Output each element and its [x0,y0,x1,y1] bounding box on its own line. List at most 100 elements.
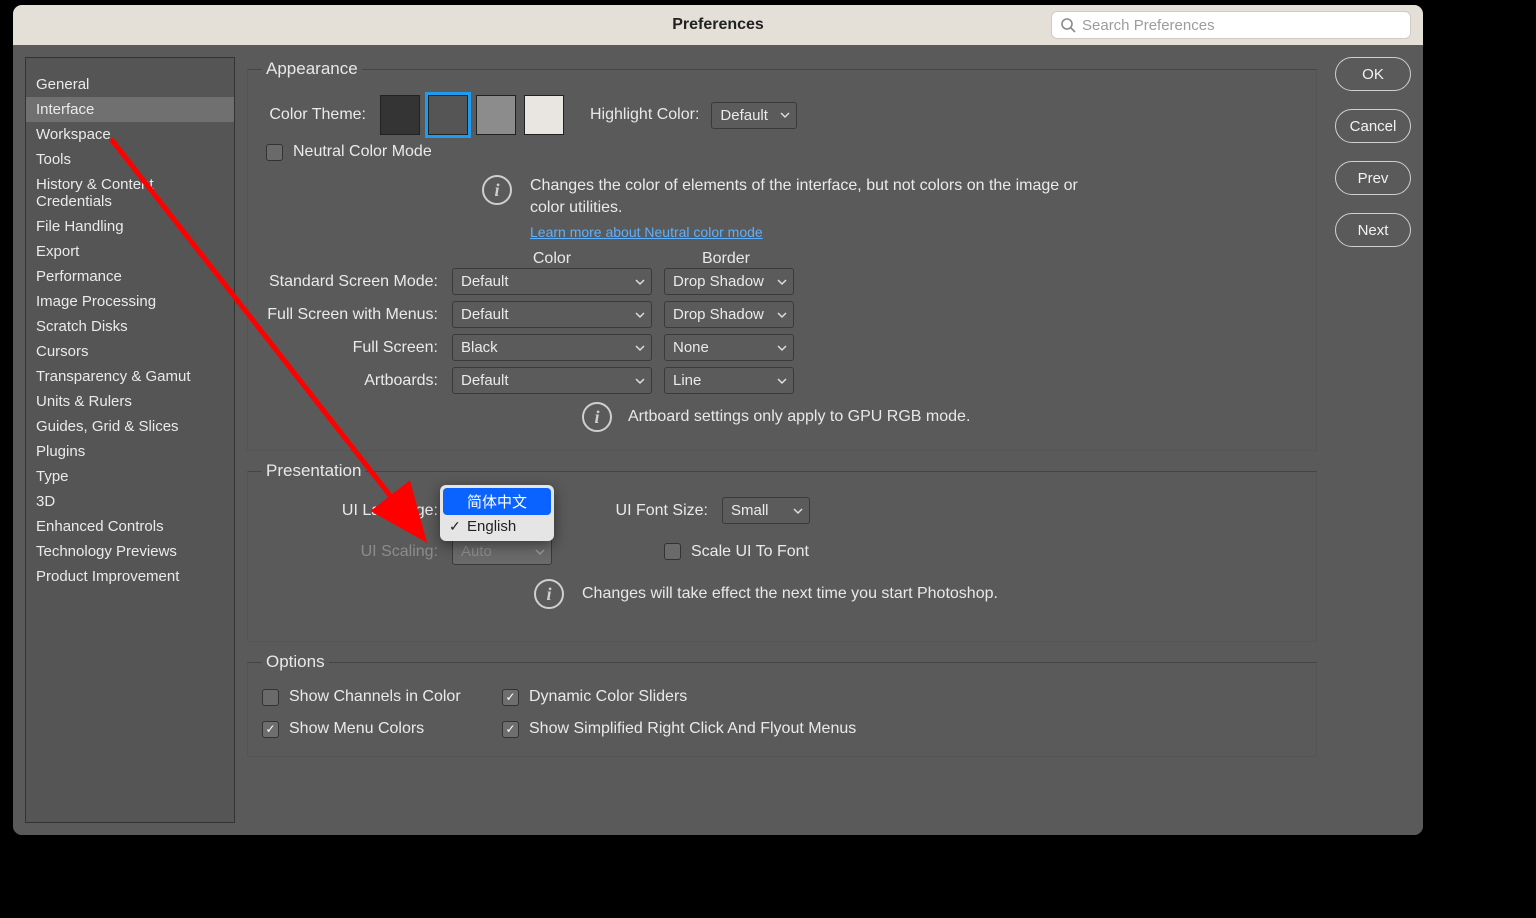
sidebar-item-plugins[interactable]: Plugins [26,439,234,464]
sidebar-item-general[interactable]: General [26,72,234,97]
option-row: ✓Dynamic Color Sliders [502,688,1302,706]
screen-mode-label: Full Screen with Menus: [262,306,452,324]
search-input[interactable] [1082,17,1402,34]
appearance-legend: Appearance [262,59,362,79]
chevron-down-icon [793,506,803,516]
info-icon: i [534,579,564,609]
screen-mode-label: Artboards: [262,372,452,390]
screen-mode-border-value: None [673,339,709,356]
sidebar-item-image-processing[interactable]: Image Processing [26,289,234,314]
sidebar-item-guides-grid-slices[interactable]: Guides, Grid & Slices [26,414,234,439]
sidebar-item-scratch-disks[interactable]: Scratch Disks [26,314,234,339]
sidebar-item-export[interactable]: Export [26,239,234,264]
screen-mode-color-dropdown[interactable]: Default [452,367,652,394]
screen-mode-color-dropdown[interactable]: Default [452,268,652,295]
screen-mode-color-value: Black [461,339,498,356]
chevron-down-icon [535,547,545,557]
screen-mode-row: Standard Screen Mode: Default Drop Shadow [262,268,1302,295]
screen-mode-border-dropdown[interactable]: None [664,334,794,361]
neutral-color-mode-checkbox[interactable] [266,144,283,161]
option-row: ✓ Show Menu Colors [262,720,502,738]
chevron-down-icon [635,376,645,386]
option-checkbox[interactable]: ✓ [502,721,519,738]
main-panel: Appearance Color Theme: Highlight Color:… [241,45,1323,835]
language-option[interactable]: 简体中文 [443,488,551,515]
chevron-down-icon [777,376,787,386]
options-legend: Options [262,652,329,672]
screen-mode-border-dropdown[interactable]: Line [664,367,794,394]
screen-mode-color-value: Default [461,273,509,290]
screen-mode-row: Full Screen with Menus:Default Drop Shado… [262,301,1302,328]
screen-mode-border-dropdown[interactable]: Drop Shadow [664,301,794,328]
screen-mode-border-value: Drop Shadow [673,306,764,323]
theme-swatch-darkest[interactable] [380,95,420,135]
scale-ui-to-font-checkbox[interactable] [664,543,681,560]
artboard-note: Artboard settings only apply to GPU RGB … [628,408,970,426]
ui-scaling-label: UI Scaling: [262,543,452,561]
theme-swatch-dark[interactable] [428,95,468,135]
highlight-color-label: Highlight Color: [590,106,699,124]
neutral-mode-description: Changes the color of elements of the int… [530,175,1090,218]
theme-swatch-light[interactable] [524,95,564,135]
column-header-border: Border [656,250,796,268]
sidebar-item-workspace[interactable]: Workspace [26,122,234,147]
option-row: ✓Show Simplified Right Click And Flyout … [502,720,1302,738]
option-checkbox[interactable]: ✓ [262,721,279,738]
screen-mode-label: Standard Screen Mode: [262,273,452,291]
chevron-down-icon [635,277,645,287]
screen-mode-color-dropdown[interactable]: Default [452,301,652,328]
sidebar-item-3d[interactable]: 3D [26,489,234,514]
sidebar: GeneralInterfaceWorkspaceToolsHistory & … [25,57,235,823]
presentation-legend: Presentation [262,461,365,481]
option-checkbox[interactable]: ✓ [502,689,519,706]
window-body: GeneralInterfaceWorkspaceToolsHistory & … [13,45,1423,835]
neutral-color-mode-label: Neutral Color Mode [293,143,432,161]
sidebar-item-tools[interactable]: Tools [26,147,234,172]
color-theme-label: Color Theme: [262,106,380,124]
chevron-down-icon [777,343,787,353]
next-button[interactable]: Next [1335,213,1411,247]
appearance-panel: Appearance Color Theme: Highlight Color:… [247,59,1317,451]
option-label: Show Channels in Color [289,688,461,706]
sidebar-item-technology-previews[interactable]: Technology Previews [26,539,234,564]
cancel-button[interactable]: Cancel [1335,109,1411,143]
screen-mode-color-dropdown[interactable]: Black [452,334,652,361]
info-icon: i [582,402,612,432]
sidebar-item-type[interactable]: Type [26,464,234,489]
sidebar-item-transparency-gamut[interactable]: Transparency & Gamut [26,364,234,389]
sidebar-item-cursors[interactable]: Cursors [26,339,234,364]
screen-mode-color-value: Default [461,372,509,389]
chevron-down-icon [780,110,790,120]
screen-mode-border-value: Line [673,372,701,389]
theme-swatch-medium[interactable] [476,95,516,135]
option-checkbox[interactable] [262,689,279,706]
ok-button[interactable]: OK [1335,57,1411,91]
info-icon: i [482,175,512,205]
chevron-down-icon [635,310,645,320]
language-option[interactable]: English✓ [443,515,551,538]
sidebar-item-units-rulers[interactable]: Units & Rulers [26,389,234,414]
chevron-down-icon [635,343,645,353]
search-icon [1060,17,1076,33]
option-label: Show Menu Colors [289,720,424,738]
sidebar-item-performance[interactable]: Performance [26,264,234,289]
column-header-color: Color [448,250,656,268]
search-field-wrap[interactable] [1051,11,1411,39]
ui-scaling-dropdown: Auto [452,538,552,565]
ui-scaling-value: Auto [461,543,492,560]
restart-note: Changes will take effect the next time y… [582,585,998,603]
sidebar-item-file-handling[interactable]: File Handling [26,214,234,239]
scale-ui-to-font-label: Scale UI To Font [691,543,809,561]
ui-language-popup: 简体中文English✓ [440,485,554,541]
prev-button[interactable]: Prev [1335,161,1411,195]
highlight-color-dropdown[interactable]: Default [711,102,797,129]
presentation-panel: Presentation UI Language: UI Font Size: … [247,461,1317,642]
screen-mode-border-dropdown[interactable]: Drop Shadow [664,268,794,295]
sidebar-item-interface[interactable]: Interface [26,97,234,122]
neutral-mode-learn-more-link[interactable]: Learn more about Neutral color mode [530,224,763,240]
screen-mode-row: Full Screen:BlackNone [262,334,1302,361]
sidebar-item-enhanced-controls[interactable]: Enhanced Controls [26,514,234,539]
sidebar-item-product-improvement[interactable]: Product Improvement [26,564,234,589]
sidebar-item-history-content-credentials[interactable]: History & Content Credentials [26,172,234,214]
ui-font-size-dropdown[interactable]: Small [722,497,810,524]
